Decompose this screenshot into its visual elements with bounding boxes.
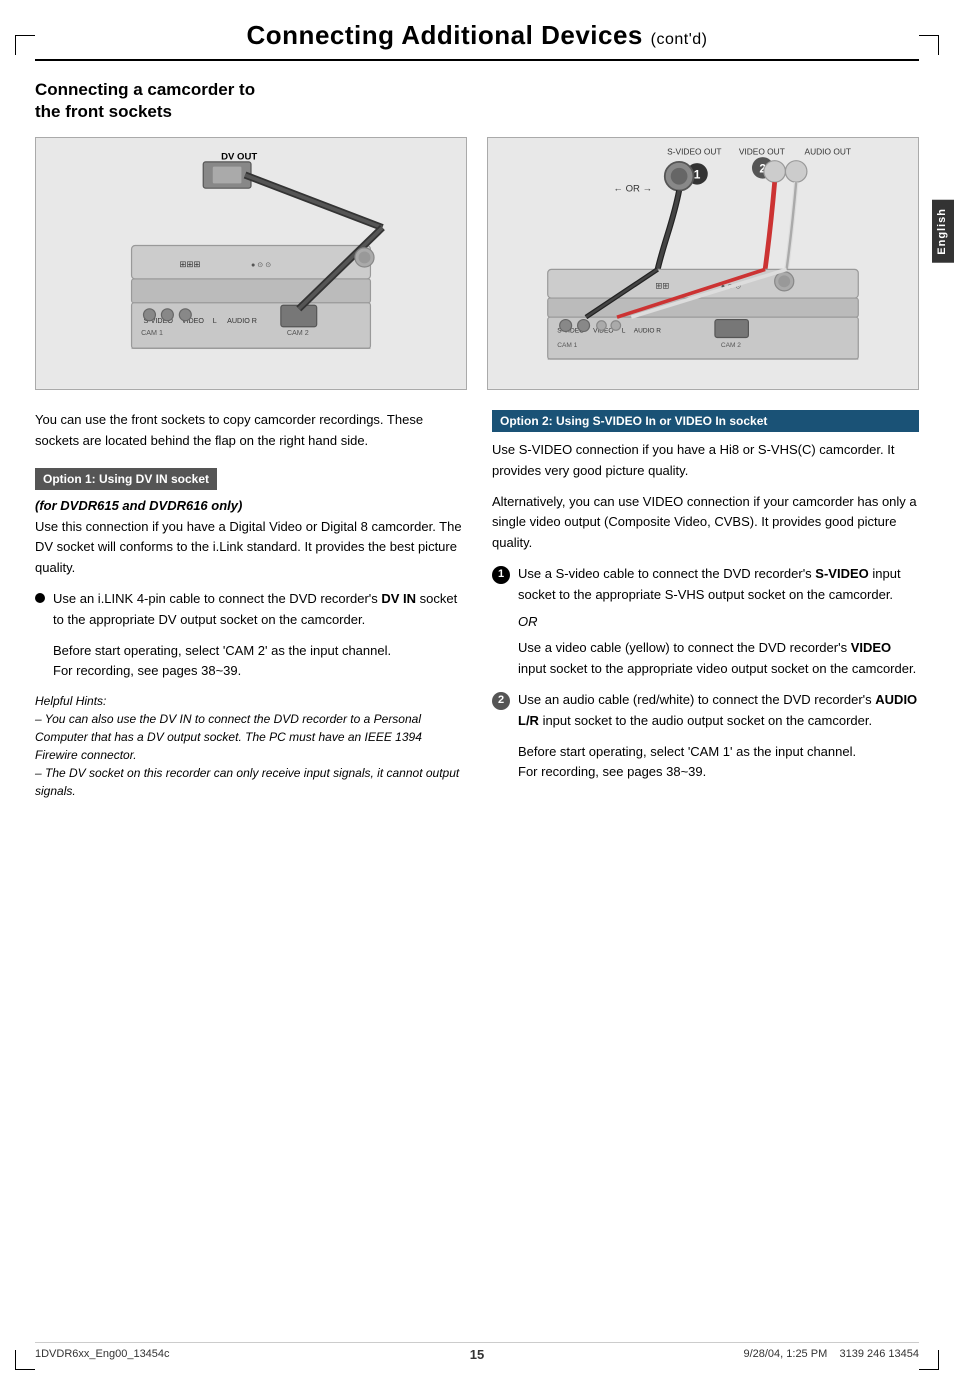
option2-bullet1: 1 Use a S-video cable to connect the DVD… [492,564,919,680]
option2-label: Option 2: Using S-VIDEO In or VIDEO In s… [492,410,919,432]
page-title: Connecting Additional Devices (cont'd) [35,20,919,51]
intro-text: You can use the front sockets to copy ca… [35,410,462,452]
bullet-circle-2: 2 [492,692,510,710]
option1-bullet1: Use an i.LINK 4-pin cable to connect the… [35,589,462,631]
content-columns: You can use the front sockets to copy ca… [35,410,919,800]
option2-bullet2-text: Use an audio cable (red/white) to connec… [518,690,919,732]
svg-text:L: L [622,328,626,335]
diagram-left: DV OUT ⊞⊞⊞ ● ⊙ ⊙ S-VI [35,137,467,390]
svg-text:L: L [213,317,217,325]
left-column: You can use the front sockets to copy ca… [35,410,462,800]
bullet-dot-1 [35,593,45,603]
svg-text:VIDEO OUT: VIDEO OUT [739,147,785,157]
page-content: Connecting Additional Devices (cont'd) C… [35,20,919,800]
helpful-hints: Helpful Hints: – You can also use the DV… [35,692,462,800]
svg-text:CAM 2: CAM 2 [721,342,741,349]
option1-subheading: (for DVDR615 and DVDR616 only) [35,498,462,513]
option2-bullet2: 2 Use an audio cable (red/white) to conn… [492,690,919,732]
svg-text:← OR →: ← OR → [613,184,652,195]
page-header: Connecting Additional Devices (cont'd) [35,20,919,61]
right-column: Option 2: Using S-VIDEO In or VIDEO In s… [492,410,919,800]
or-text: OR [518,612,919,633]
svg-text:● ⊙ ⊙: ● ⊙ ⊙ [251,261,271,269]
svg-text:CAM 2: CAM 2 [287,329,309,337]
option1-box: Option 1: Using DV IN socket [35,468,462,498]
section-title: Connecting a camcorder to the front sock… [35,79,919,123]
diagram-right: S-VIDEO OUT VIDEO OUT AUDIO OUT 1 2 [487,137,919,390]
footer-right: 9/28/04, 1:25 PM 3139 246 13454 [743,1348,919,1360]
footer-left: 1DVDR6xx_Eng00_13454c [35,1348,170,1360]
svg-text:1: 1 [694,168,701,182]
svg-text:AUDIO R: AUDIO R [227,317,257,325]
svg-text:CAM 1: CAM 1 [141,329,163,337]
page-number: 15 [470,1347,484,1362]
option2-bullet1-text: Use a S-video cable to connect the DVD r… [518,564,919,680]
option2-before-text: Before start operating, select 'CAM 1' a… [518,742,919,784]
language-tab: English [932,200,954,263]
svg-text:DV OUT: DV OUT [221,152,257,163]
corner-mark-tl [15,35,35,55]
corner-mark-tr [919,35,939,55]
bullet-circle-1: 1 [492,566,510,584]
svg-text:AUDIO R: AUDIO R [634,328,662,335]
page-footer: 1DVDR6xx_Eng00_13454c 15 9/28/04, 1:25 P… [35,1342,919,1360]
corner-mark-bl [15,1350,35,1370]
svg-text:⊞⊞⊞: ⊞⊞⊞ [179,259,200,269]
option2-body2: Alternatively, you can use VIDEO connect… [492,492,919,554]
svg-text:S-VIDEO OUT: S-VIDEO OUT [667,147,721,157]
option1-before-text: Before start operating, select 'CAM 2' a… [53,641,462,683]
svg-text:AUDIO OUT: AUDIO OUT [805,147,851,157]
svg-text:⊞⊞: ⊞⊞ [655,281,669,291]
corner-mark-br [919,1350,939,1370]
option1-label: Option 1: Using DV IN socket [35,468,217,490]
option1-body1: Use this connection if you have a Digita… [35,517,462,579]
option1-bullet1-text: Use an i.LINK 4-pin cable to connect the… [53,589,462,631]
option2-body1: Use S-VIDEO connection if you have a Hi8… [492,440,919,482]
svg-text:CAM 1: CAM 1 [557,342,577,349]
diagram-row: DV OUT ⊞⊞⊞ ● ⊙ ⊙ S-VI [35,137,919,390]
